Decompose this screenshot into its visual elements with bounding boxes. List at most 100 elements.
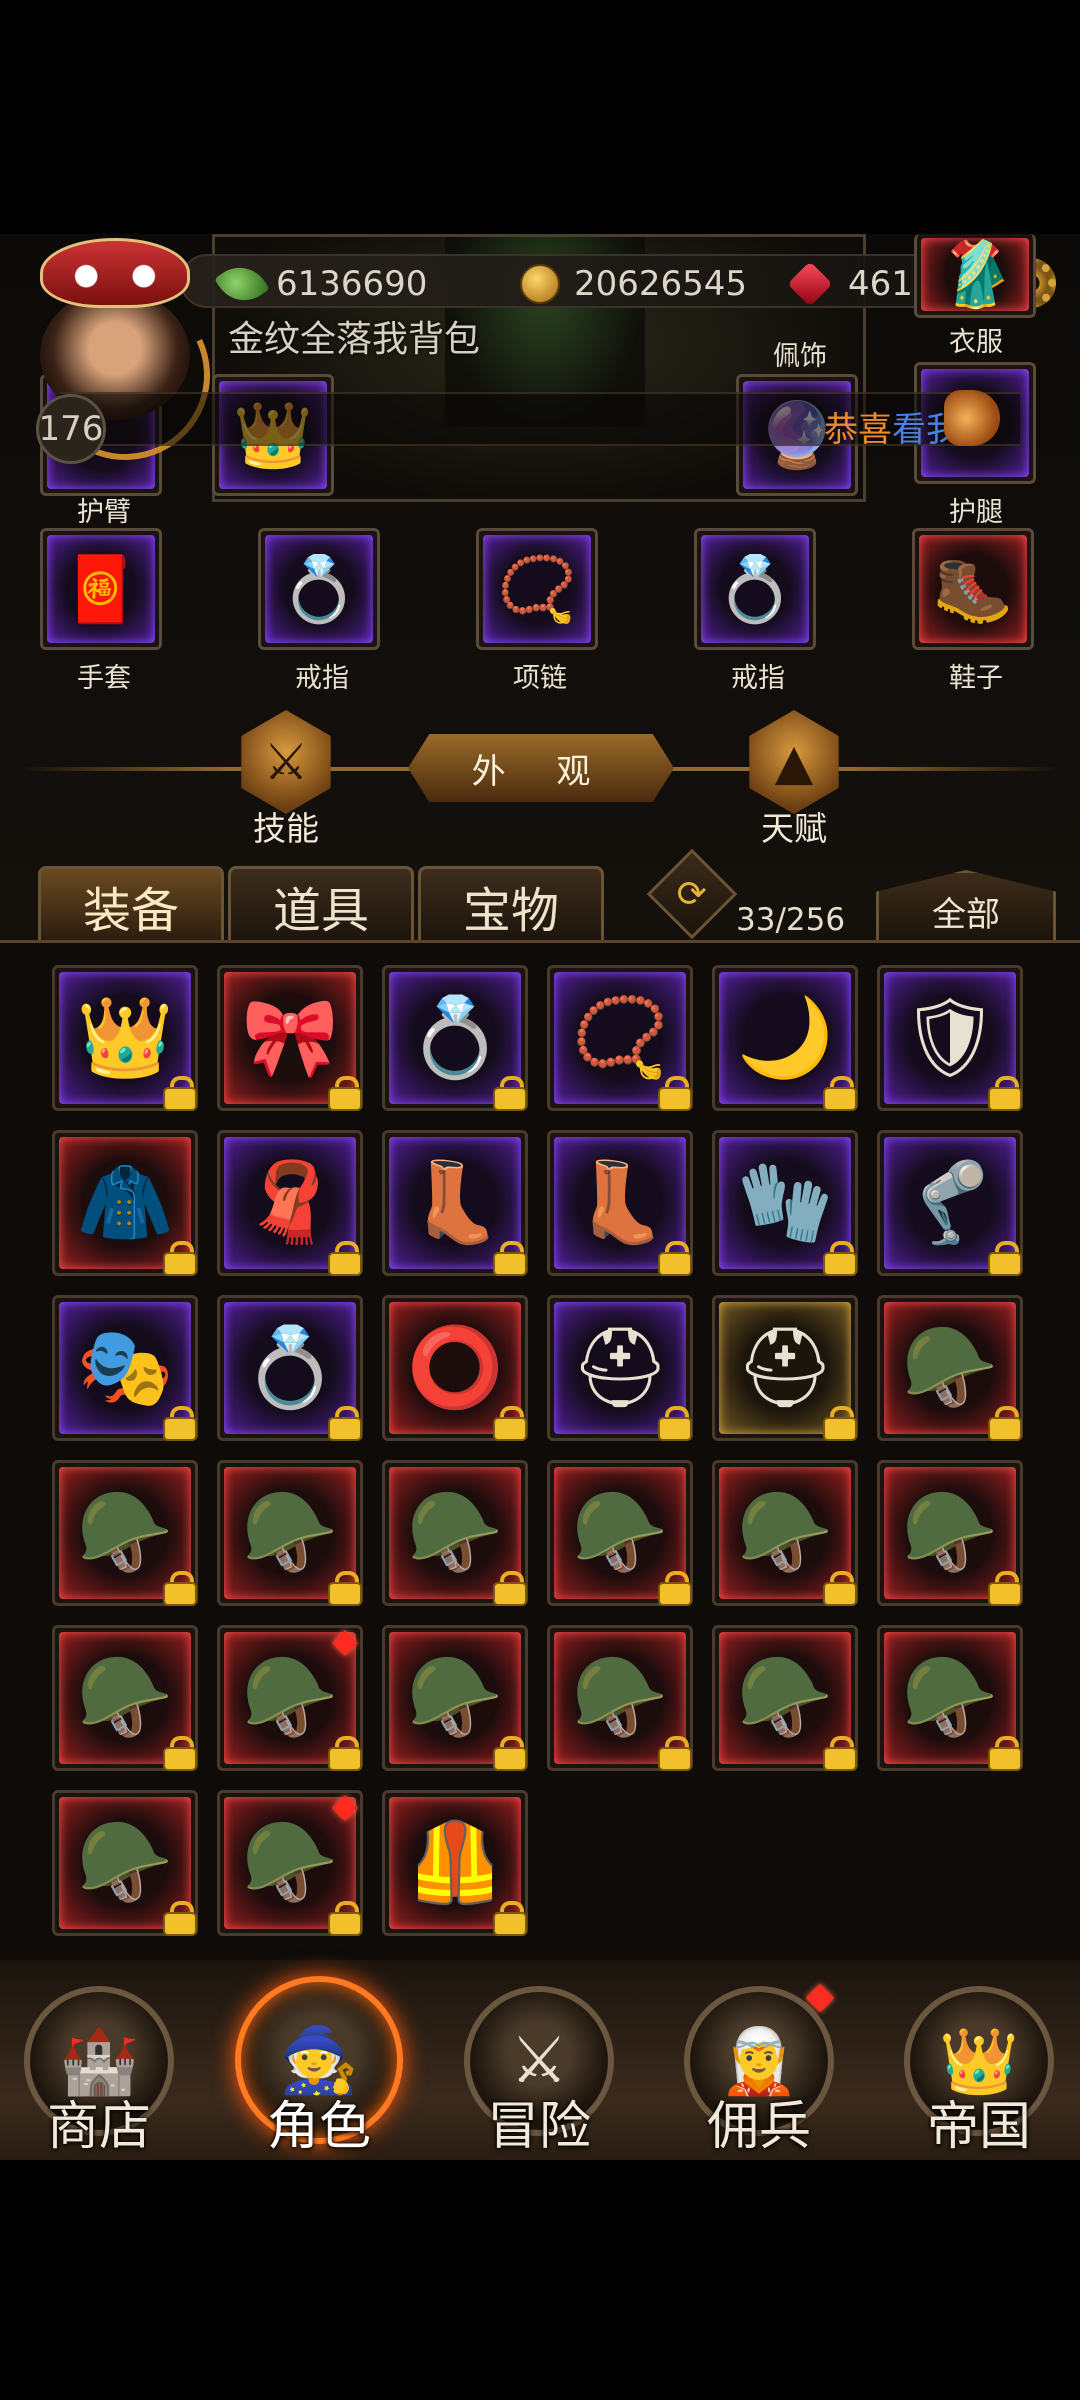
- lock-icon: [823, 1736, 857, 1770]
- lock-icon: [328, 1241, 362, 1275]
- inventory-item[interactable]: 💍: [217, 1295, 363, 1441]
- inventory-item[interactable]: 🪖: [217, 1460, 363, 1606]
- ruby-icon: [787, 261, 833, 307]
- pyramid-icon: ▲: [774, 733, 814, 791]
- lock-icon: [163, 1901, 197, 1935]
- inventory-item[interactable]: 👑: [52, 965, 198, 1111]
- slot-ring-1-label: 戒指: [295, 663, 349, 694]
- inventory-item[interactable]: 🪖: [52, 1625, 198, 1771]
- inventory-item[interactable]: 🪖: [217, 1790, 363, 1936]
- broadcast-text: 恭喜看我: [824, 402, 960, 451]
- slot-clothes[interactable]: 🥻: [914, 234, 1036, 318]
- lock-icon: [988, 1736, 1022, 1770]
- nav-shop-label: 商店: [46, 2097, 151, 2157]
- inventory-item[interactable]: 📿: [547, 965, 693, 1111]
- lock-icon: [163, 1406, 197, 1440]
- inventory-item[interactable]: ⭕: [382, 1295, 528, 1441]
- inventory-panel: 👑 🎀 💍 📿 🌙 🛡 🧥 🧣 👢 👢 🧤 🦿 🎭 💍 ⭕ ⛑ ⛑ 🪖 🪖 🪖 🪖 🪖 🪖 🪖 🪖 🪖 🪖 🪖 🪖 🪖 🪖 🪖 🦺: [0, 940, 1080, 1960]
- lock-icon: [328, 1901, 362, 1935]
- slot-arm-label: 护臂: [77, 497, 131, 528]
- slot-shoes[interactable]: 🥾: [912, 528, 1034, 650]
- lock-icon: [493, 1901, 527, 1935]
- broadcast-bar[interactable]: 恭喜看我: [60, 392, 1020, 450]
- ring-icon: 💍: [265, 535, 373, 643]
- skills-button[interactable]: ⚔: [241, 710, 331, 814]
- inventory-item[interactable]: 🪖: [712, 1625, 858, 1771]
- inventory-item[interactable]: 🎭: [52, 1295, 198, 1441]
- inventory-item[interactable]: 🪖: [877, 1460, 1023, 1606]
- inventory-item[interactable]: 🪖: [382, 1460, 528, 1606]
- talent-button[interactable]: ▲: [749, 710, 839, 814]
- lock-icon: [328, 1076, 362, 1110]
- lock-icon: [988, 1241, 1022, 1275]
- inventory-item[interactable]: 🪖: [52, 1790, 198, 1936]
- lock-icon: [658, 1241, 692, 1275]
- lock-icon: [493, 1736, 527, 1770]
- sword-burst-icon: ⚔: [263, 733, 309, 791]
- inventory-item[interactable]: ⛑: [547, 1295, 693, 1441]
- leaf-currency[interactable]: 6136690: [214, 256, 428, 312]
- slot-ring-1[interactable]: 💍: [258, 528, 380, 650]
- inventory-count: 33/256: [736, 902, 846, 938]
- coin-icon: [520, 264, 560, 304]
- slot-necklace[interactable]: 📿: [476, 528, 598, 650]
- promo-banner: 金纹全落我背包: [228, 319, 481, 360]
- inventory-item[interactable]: 🪖: [877, 1295, 1023, 1441]
- loudspeaker-icon[interactable]: [944, 390, 1000, 446]
- nav-empire-label: 帝国: [926, 2097, 1031, 2157]
- robe-icon: 🥻: [921, 238, 1029, 312]
- inventory-item[interactable]: 🪖: [547, 1460, 693, 1606]
- tab-items[interactable]: 道具: [228, 866, 414, 942]
- lock-icon: [493, 1076, 527, 1110]
- inventory-item[interactable]: 🪖: [547, 1625, 693, 1771]
- lock-icon: [823, 1241, 857, 1275]
- lock-icon: [163, 1241, 197, 1275]
- inventory-item[interactable]: 🧤: [712, 1130, 858, 1276]
- inventory-item[interactable]: 🦿: [877, 1130, 1023, 1276]
- leaf-value: 6136690: [276, 264, 428, 304]
- lock-icon: [493, 1406, 527, 1440]
- slot-clothes-label: 衣服: [949, 327, 1003, 358]
- game-screen: 6136690 20626545 4618 金纹全落我背包 🥻 衣服 佩饰 👑 …: [0, 234, 1080, 2160]
- tab-equipment[interactable]: 装备: [38, 866, 224, 942]
- inventory-item[interactable]: 👢: [382, 1130, 528, 1276]
- inventory-item[interactable]: 🎀: [217, 965, 363, 1111]
- inventory-item[interactable]: 🪖: [217, 1625, 363, 1771]
- coin-currency[interactable]: 20626545: [520, 264, 747, 304]
- lock-icon: [988, 1076, 1022, 1110]
- talent-label: 天赋: [761, 809, 827, 848]
- inventory-item[interactable]: ⛑: [712, 1295, 858, 1441]
- slot-necklace-label: 项链: [513, 663, 567, 694]
- sort-button[interactable]: ⟳: [646, 848, 738, 940]
- slot-ring-2-label: 戒指: [731, 663, 785, 694]
- inventory-item[interactable]: 🛡: [877, 965, 1023, 1111]
- filter-dropdown[interactable]: 全部: [876, 870, 1056, 942]
- lock-icon: [493, 1571, 527, 1605]
- inventory-item[interactable]: 🪖: [52, 1460, 198, 1606]
- inventory-item[interactable]: 🦺: [382, 1790, 528, 1936]
- slot-legs-label: 护腿: [949, 497, 1003, 528]
- lock-icon: [328, 1736, 362, 1770]
- inventory-item[interactable]: 🪖: [877, 1625, 1023, 1771]
- lock-icon: [658, 1571, 692, 1605]
- inventory-item[interactable]: 🧣: [217, 1130, 363, 1276]
- appearance-button[interactable]: 外 观: [408, 734, 674, 802]
- skills-label: 技能: [253, 809, 319, 848]
- lock-icon: [823, 1076, 857, 1110]
- tab-treasure[interactable]: 宝物: [418, 866, 604, 942]
- slot-gloves[interactable]: 🧧: [40, 528, 162, 650]
- lock-icon: [163, 1736, 197, 1770]
- lock-icon: [823, 1406, 857, 1440]
- lock-icon: [658, 1406, 692, 1440]
- inventory-item[interactable]: 🪖: [712, 1460, 858, 1606]
- player-level: 176: [36, 394, 106, 464]
- inventory-item[interactable]: 🧥: [52, 1130, 198, 1276]
- inventory-item[interactable]: 💍: [382, 965, 528, 1111]
- inventory-item[interactable]: 👢: [547, 1130, 693, 1276]
- broadcast-part1: 恭喜: [824, 410, 892, 450]
- inventory-item[interactable]: 🪖: [382, 1625, 528, 1771]
- lock-icon: [328, 1406, 362, 1440]
- slot-ring-2[interactable]: 💍: [694, 528, 816, 650]
- inventory-item[interactable]: 🌙: [712, 965, 858, 1111]
- lock-icon: [988, 1406, 1022, 1440]
